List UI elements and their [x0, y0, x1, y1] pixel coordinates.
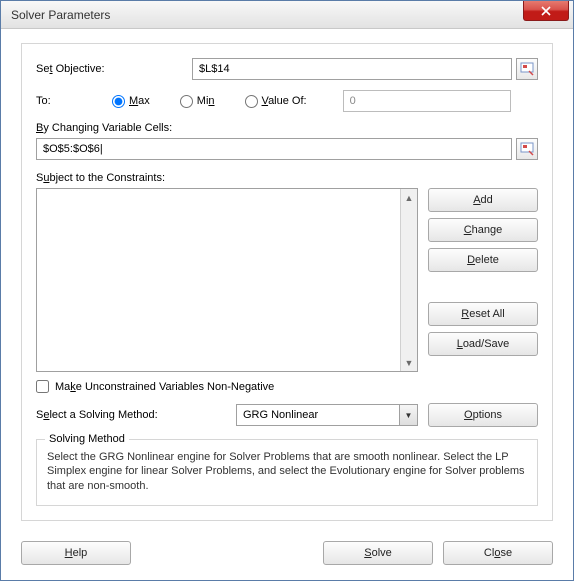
solving-method-group: Solving Method Select the GRG Nonlinear …	[36, 439, 538, 506]
solver-parameters-dialog: Solver Parameters Set Objective: To: Max	[0, 0, 574, 581]
chevron-down-icon: ▼	[399, 405, 417, 425]
to-valueof-radio[interactable]	[245, 95, 258, 108]
close-window-button[interactable]	[523, 1, 569, 21]
solving-method-group-title: Solving Method	[45, 433, 129, 445]
range-picker-icon	[520, 62, 534, 76]
solving-method-description: Select the GRG Nonlinear engine for Solv…	[47, 450, 527, 493]
unconstrained-nonneg-label: Make Unconstrained Variables Non-Negativ…	[55, 381, 274, 393]
to-min-label: Min	[197, 95, 215, 107]
changing-cells-input[interactable]	[36, 138, 512, 160]
changing-cells-label: By Changing Variable Cells:	[36, 122, 538, 134]
changing-cells-range-picker-button[interactable]	[516, 138, 538, 160]
close-button[interactable]: Close	[443, 541, 553, 565]
load-save-button[interactable]: Load/Save	[428, 332, 538, 356]
titlebar: Solver Parameters	[1, 1, 573, 29]
main-panel: Set Objective: To: Max Min	[21, 43, 553, 521]
solving-method-label: Select a Solving Method:	[36, 409, 226, 421]
set-objective-label: Set Objective:	[36, 63, 192, 75]
window-title: Solver Parameters	[11, 8, 110, 22]
constraints-label: Subject to the Constraints:	[36, 172, 538, 184]
options-button[interactable]: Options	[428, 403, 538, 427]
solving-method-select[interactable]: GRG Nonlinear ▼	[236, 404, 418, 426]
to-valueof-label: Value Of:	[262, 95, 307, 107]
objective-range-picker-button[interactable]	[516, 58, 538, 80]
scroll-down-icon: ▼	[401, 354, 417, 371]
constraints-scrollbar[interactable]: ▲ ▼	[400, 189, 417, 371]
help-button[interactable]: Help	[21, 541, 131, 565]
add-constraint-button[interactable]: Add	[428, 188, 538, 212]
reset-all-button[interactable]: Reset All	[428, 302, 538, 326]
scroll-up-icon: ▲	[401, 189, 417, 206]
unconstrained-nonneg-checkbox[interactable]	[36, 380, 49, 393]
to-label: To:	[36, 95, 86, 107]
set-objective-input[interactable]	[192, 58, 512, 80]
range-picker-icon	[520, 142, 534, 156]
solve-button[interactable]: Solve	[323, 541, 433, 565]
valueof-input[interactable]	[343, 90, 511, 112]
close-icon	[541, 6, 551, 16]
change-constraint-button[interactable]: Change	[428, 218, 538, 242]
to-max-label: Max	[129, 95, 150, 107]
solving-method-selected: GRG Nonlinear	[243, 409, 318, 421]
to-max-radio[interactable]	[112, 95, 125, 108]
delete-constraint-button[interactable]: Delete	[428, 248, 538, 272]
to-min-radio[interactable]	[180, 95, 193, 108]
constraints-listbox[interactable]: ▲ ▼	[36, 188, 418, 372]
